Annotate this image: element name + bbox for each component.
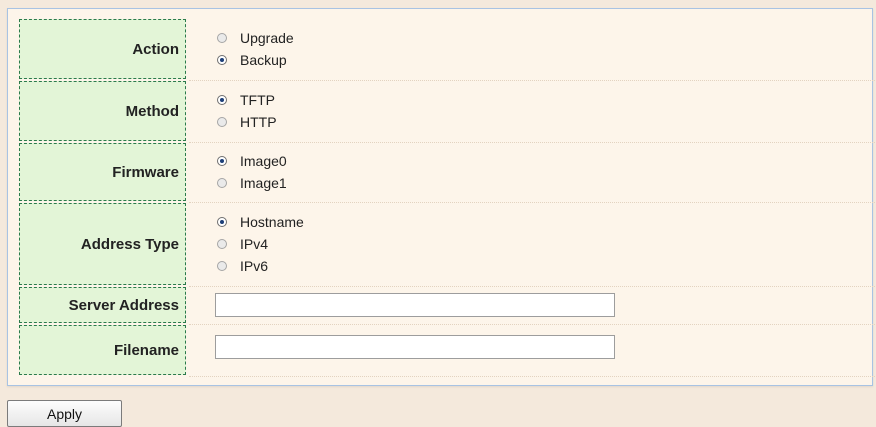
method-option-tftp[interactable]: TFTP [201, 89, 876, 111]
method-options: TFTP HTTP [201, 81, 876, 141]
filename-row: Filename [19, 325, 876, 377]
action-backup-label[interactable]: Backup [240, 52, 287, 68]
address-type-ipv6-radio[interactable] [217, 261, 227, 271]
action-row: Action Upgrade Backup [19, 19, 876, 81]
address-type-ipv6-label[interactable]: IPv6 [240, 258, 268, 274]
action-backup-radio[interactable] [217, 55, 227, 65]
action-upgrade-radio[interactable] [217, 33, 227, 43]
server-address-row: Server Address [19, 287, 876, 325]
apply-button[interactable]: Apply [7, 400, 122, 427]
address-type-option-ipv6[interactable]: IPv6 [201, 255, 876, 277]
address-type-ipv4-label[interactable]: IPv4 [240, 236, 268, 252]
action-option-upgrade[interactable]: Upgrade [201, 27, 876, 49]
firmware-image1-label[interactable]: Image1 [240, 175, 287, 191]
method-label: Method [19, 81, 186, 141]
server-address-label: Server Address [19, 287, 186, 323]
firmware-option-image0[interactable]: Image0 [201, 150, 876, 172]
address-type-hostname-label[interactable]: Hostname [240, 214, 304, 230]
firmware-form-panel: Action Upgrade Backup Method TFTP HTTP F… [7, 8, 876, 386]
method-tftp-label[interactable]: TFTP [240, 92, 275, 108]
method-http-label[interactable]: HTTP [240, 114, 277, 130]
address-type-row: Address Type Hostname IPv4 IPv6 [19, 203, 876, 287]
address-type-option-ipv4[interactable]: IPv4 [201, 233, 876, 255]
method-http-radio[interactable] [217, 117, 227, 127]
address-type-hostname-radio[interactable] [217, 217, 227, 227]
firmware-option-image1[interactable]: Image1 [201, 172, 876, 194]
filename-label: Filename [19, 325, 186, 375]
server-address-input[interactable] [215, 293, 615, 317]
firmware-label: Firmware [19, 143, 186, 201]
firmware-row: Firmware Image0 Image1 [19, 143, 876, 203]
filename-input[interactable] [215, 335, 615, 359]
address-type-ipv4-radio[interactable] [217, 239, 227, 249]
action-upgrade-label[interactable]: Upgrade [240, 30, 294, 46]
method-row: Method TFTP HTTP [19, 81, 876, 143]
firmware-image0-radio[interactable] [217, 156, 227, 166]
action-options: Upgrade Backup [201, 19, 876, 79]
method-tftp-radio[interactable] [217, 95, 227, 105]
address-type-options: Hostname IPv4 IPv6 [201, 203, 876, 285]
address-type-option-hostname[interactable]: Hostname [201, 211, 876, 233]
firmware-options: Image0 Image1 [201, 143, 876, 201]
action-label: Action [19, 19, 186, 79]
address-type-label: Address Type [19, 203, 186, 285]
firmware-image1-radio[interactable] [217, 178, 227, 188]
action-option-backup[interactable]: Backup [201, 49, 876, 71]
method-option-http[interactable]: HTTP [201, 111, 876, 133]
firmware-image0-label[interactable]: Image0 [240, 153, 287, 169]
